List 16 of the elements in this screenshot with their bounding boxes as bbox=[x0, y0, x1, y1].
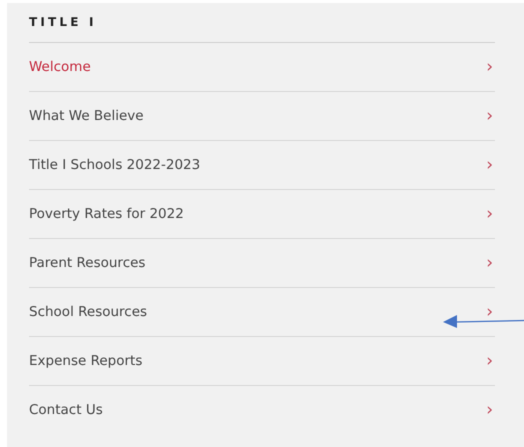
chevron-icon: › bbox=[486, 58, 495, 76]
nav-item[interactable]: What We Believe › bbox=[29, 92, 495, 141]
nav-item[interactable]: Title I Schools 2022-2023 › bbox=[29, 141, 495, 190]
chevron-icon: › bbox=[486, 156, 495, 174]
chevron-icon: › bbox=[486, 352, 495, 370]
chevron-icon: › bbox=[486, 206, 495, 222]
nav-item[interactable]: Contact Us › bbox=[29, 386, 495, 434]
nav-item[interactable]: Expense Reports › bbox=[29, 337, 495, 386]
chevron-icon: › bbox=[486, 254, 495, 272]
chevron-icon: › bbox=[486, 108, 495, 124]
nav-item[interactable]: Welcome › bbox=[29, 43, 495, 92]
nav-item[interactable]: Poverty Rates for 2022 › bbox=[29, 190, 495, 239]
chevron-icon: › bbox=[486, 304, 495, 320]
nav-item[interactable]: Parent Resources › bbox=[29, 239, 495, 288]
chevron-icon: › bbox=[486, 402, 495, 418]
sidebar-title: TITLE I bbox=[29, 3, 495, 43]
